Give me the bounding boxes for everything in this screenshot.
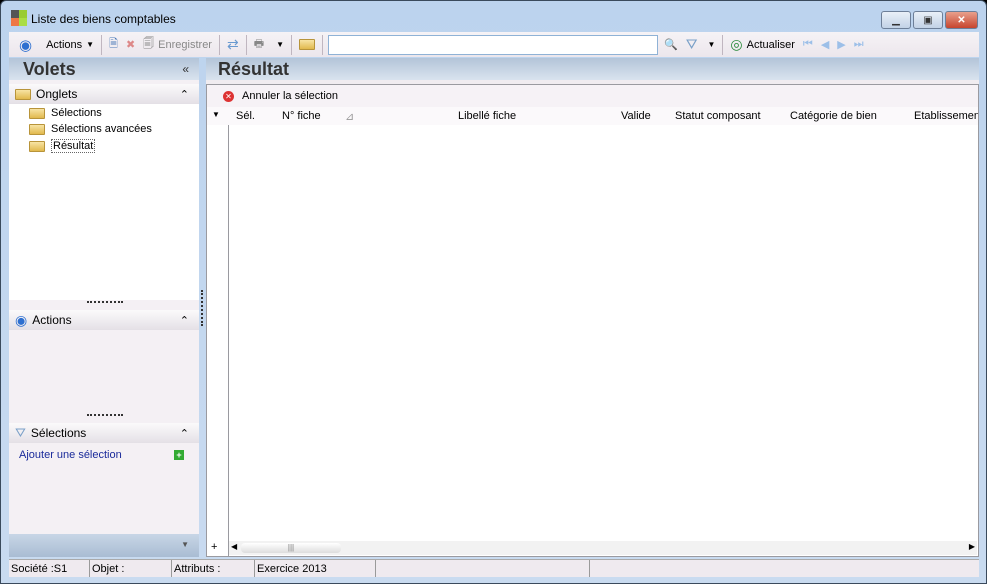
chevron-up-icon[interactable]: ⌃ <box>180 88 189 101</box>
add-icon[interactable]: + <box>174 450 184 460</box>
close-button[interactable]: ✕ <box>945 11 978 29</box>
splitter-handle[interactable] <box>87 414 123 416</box>
status-societe: Société :S1 <box>9 560 90 577</box>
print-button[interactable]: 🖶 ▼ <box>250 34 288 56</box>
last-record-button[interactable]: ⏭ <box>850 34 868 56</box>
last-icon: ⏭ <box>853 38 864 50</box>
tree-item-selections-avancees[interactable]: Sélections avancées <box>29 123 152 135</box>
toolbar: ◉ Actions ▼ 🗎 ✖ 🗐 Enregistrer ⇄ 🖶 ▼ 🔍 ⛛ ▼ ◎ Ac… <box>9 32 979 57</box>
search-button[interactable]: 🔍 <box>660 34 682 56</box>
actions-header[interactable]: ◉ Actions ⌃ <box>9 310 199 330</box>
result-grid: ✕ Annuler la sélection ▼ Sél. N° fiche ⊿ … <box>206 84 979 557</box>
status-exercice: Exercice 2013 <box>255 560 376 577</box>
delete-button[interactable]: ✖ <box>122 34 139 56</box>
sync-button[interactable]: ⇄ <box>223 34 243 56</box>
filter-button[interactable]: ⛛ ▼ <box>682 34 720 56</box>
app-icon <box>11 10 27 26</box>
delete-icon: ✖ <box>125 39 136 51</box>
scroll-right-icon[interactable]: ▶ <box>969 542 975 551</box>
folder-open-icon <box>29 140 45 152</box>
dropdown-arrow-icon: ▼ <box>86 40 95 49</box>
result-header: Résultat <box>206 58 979 80</box>
target-icon: ◉ <box>19 36 33 54</box>
maximize-button[interactable]: ▣ <box>913 11 943 29</box>
status-objet: Objet : <box>90 560 172 577</box>
chevron-up-icon[interactable]: ⌃ <box>180 427 189 440</box>
cancel-icon: ✕ <box>223 90 234 102</box>
first-icon: ⏮ <box>802 38 813 50</box>
folder-icon <box>29 123 45 135</box>
status-bar: Société :S1 Objet : Attributs : Exercice… <box>9 559 979 577</box>
actions-menu[interactable]: ◉ Actions ▼ <box>9 34 98 56</box>
dropdown-arrow-icon: ▼ <box>707 40 716 49</box>
tree-item-selections[interactable]: Sélections <box>29 107 102 119</box>
folder-button[interactable] <box>295 34 319 56</box>
add-row-icon[interactable]: + <box>211 541 217 553</box>
sync-icon: ⇄ <box>226 36 239 52</box>
result-panel: Résultat ✕ Annuler la sélection ▼ Sél. N°… <box>206 58 979 557</box>
previous-icon: ◀ <box>820 39 830 51</box>
window-title: Liste des biens comptables <box>31 12 176 26</box>
magnifier-icon: 🔍 <box>664 39 678 51</box>
dropdown-arrow-icon[interactable]: ▼ <box>181 540 189 549</box>
target-icon: ◉ <box>15 311 28 328</box>
status-empty-1 <box>376 560 590 577</box>
funnel-icon: ⛛ <box>685 36 698 52</box>
side-panel: Volets « Onglets ⌃ Sélections Sélections a… <box>9 58 199 557</box>
panel-header: Volets « <box>9 58 199 80</box>
selections-header[interactable]: ⛛ Sélections ⌃ <box>9 423 199 443</box>
printer-icon: 🖶 <box>253 38 265 50</box>
splitter-handle[interactable] <box>87 301 123 303</box>
column-etablissement[interactable]: Etablissemen <box>914 110 978 122</box>
tree-item-resultat[interactable]: Résultat <box>29 139 96 153</box>
panel-footer: ▼ <box>9 534 199 557</box>
next-record-button[interactable]: ▶ <box>833 34 849 56</box>
title-bar: Liste des biens comptables ▁ ▣ ✕ <box>1 1 986 31</box>
funnel-icon: ⛛ <box>15 425 26 440</box>
first-record-button[interactable]: ⏮ <box>799 34 817 56</box>
folder-icon <box>299 39 316 50</box>
folder-icon <box>29 107 45 119</box>
save-icon: 🗐 <box>143 38 155 50</box>
column-sel[interactable]: Sél. <box>236 110 255 122</box>
document-search-icon: 🗎 <box>109 38 118 50</box>
folder-icon <box>15 88 31 100</box>
vertical-splitter[interactable] <box>201 290 203 326</box>
search-input[interactable] <box>328 34 659 55</box>
application-window: Liste des biens comptables ▁ ▣ ✕ ◉ Action… <box>0 0 987 584</box>
refresh-button[interactable]: ◎ Actualiser <box>726 34 799 56</box>
save-button[interactable]: 🗐 Enregistrer <box>139 34 216 56</box>
scroll-left-icon[interactable]: ◀ <box>231 542 237 551</box>
sort-icon: ⊿ <box>345 111 355 123</box>
view-record-button[interactable]: 🗎 <box>105 34 122 56</box>
grid-toolbar: ✕ Annuler la sélection <box>207 85 978 107</box>
onglets-header[interactable]: Onglets ⌃ <box>9 84 199 104</box>
minimize-button[interactable]: ▁ <box>881 11 911 29</box>
column-libelle-fiche[interactable]: Libellé fiche <box>458 110 516 122</box>
column-categorie-de-bien[interactable]: Catégorie de bien <box>790 110 877 122</box>
collapse-panel-icon[interactable]: « <box>182 62 189 76</box>
grid-header: ▼ Sél. N° fiche ⊿ Libellé fiche Valide S… <box>207 107 978 125</box>
chevron-up-icon[interactable]: ⌃ <box>180 314 189 327</box>
row-selector-column <box>207 125 229 556</box>
column-numero-fiche[interactable]: N° fiche <box>282 110 321 122</box>
scroll-thumb[interactable]: ||| <box>241 543 341 553</box>
previous-record-button[interactable]: ◀ <box>817 34 833 56</box>
dropdown-arrow-icon: ▼ <box>276 40 285 49</box>
column-chooser-icon[interactable]: ▼ <box>212 110 220 119</box>
add-selection-link[interactable]: Ajouter une sélection <box>19 449 122 461</box>
status-attributs: Attributs : <box>172 560 255 577</box>
refresh-icon: ◎ <box>730 36 743 52</box>
horizontal-scrollbar[interactable]: + ◀ ||| ▶ <box>211 541 977 555</box>
status-empty-2 <box>590 560 979 577</box>
next-icon: ▶ <box>837 39 846 51</box>
column-statut-composant[interactable]: Statut composant <box>675 110 761 122</box>
cancel-selection-button[interactable]: ✕ Annuler la sélection <box>223 90 338 102</box>
column-valide[interactable]: Valide <box>621 110 651 122</box>
